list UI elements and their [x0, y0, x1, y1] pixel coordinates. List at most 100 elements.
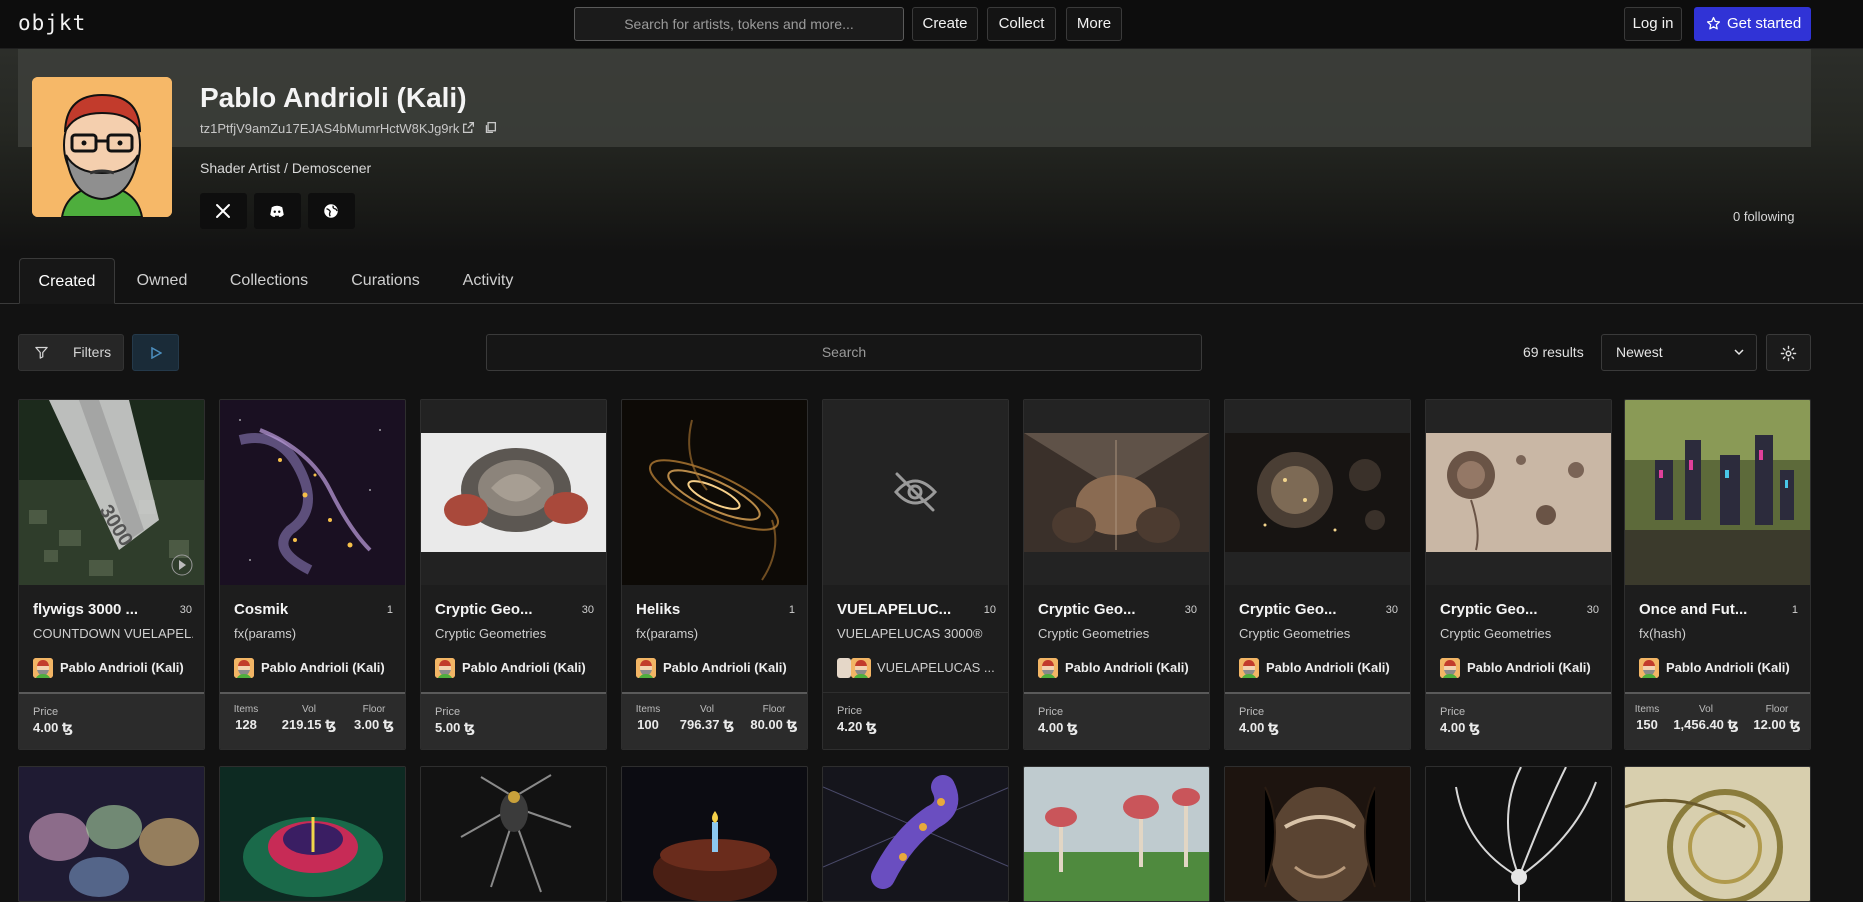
collection-name[interactable]: COUNTDOWN VUELAPEL... — [33, 626, 193, 641]
floor-value: 12.00 ꜩ — [1753, 717, 1801, 732]
wallet-address: tz1PtfjV9amZu17EJAS4bMumrHctW8KJg9rk — [200, 121, 460, 136]
edition-count: 1 — [788, 604, 795, 616]
token-card-thumbnail[interactable] — [18, 766, 205, 902]
external-link-icon[interactable] — [462, 121, 475, 134]
settings-button[interactable] — [1766, 334, 1811, 371]
token-thumbnail[interactable] — [1225, 400, 1410, 585]
token-title[interactable]: Cryptic Geo... — [1239, 601, 1379, 618]
artist-avatar — [234, 658, 254, 678]
token-title[interactable]: Heliks — [636, 601, 776, 618]
collect-button[interactable]: Collect — [987, 7, 1056, 41]
autoplay-toggle[interactable] — [132, 334, 179, 371]
token-card[interactable]: Cryptic Geo... 30 Cryptic Geometries Pab… — [1425, 399, 1612, 750]
collaborator-avatar — [837, 658, 851, 678]
token-card-thumbnail[interactable] — [822, 766, 1009, 902]
token-thumbnail[interactable] — [1426, 400, 1611, 585]
token-card-thumbnail[interactable] — [1224, 766, 1411, 902]
token-card-thumbnail[interactable] — [219, 766, 406, 902]
token-card[interactable]: Cryptic Geo... 30 Cryptic Geometries Pab… — [1224, 399, 1411, 750]
token-card-thumbnail[interactable] — [1425, 766, 1612, 902]
global-search-input[interactable]: Search for artists, tokens and more... — [574, 7, 904, 41]
token-search-input[interactable]: Search — [486, 334, 1202, 371]
star-icon — [1706, 16, 1721, 30]
collection-name[interactable]: Cryptic Geometries — [1038, 626, 1198, 641]
token-title[interactable]: Cryptic Geo... — [1440, 601, 1580, 618]
tab-owned[interactable]: Owned — [126, 258, 198, 304]
collection-name[interactable]: fx(hash) — [1639, 626, 1799, 641]
artist-name[interactable]: Pablo Andrioli (Kali) — [1266, 660, 1406, 675]
token-title[interactable]: VUELAPELUC... — [837, 601, 977, 618]
token-card-thumbnail[interactable] — [420, 766, 607, 902]
create-button[interactable]: Create — [912, 7, 978, 41]
sort-value: Newest — [1616, 344, 1663, 360]
token-thumbnail[interactable] — [1625, 400, 1810, 585]
token-title[interactable]: Cryptic Geo... — [435, 601, 575, 618]
token-thumbnail[interactable] — [421, 400, 606, 585]
artist-name[interactable]: Pablo Andrioli (Kali) — [1065, 660, 1205, 675]
top-navbar: objkt Search for artists, tokens and mor… — [0, 0, 1863, 49]
artist-name[interactable]: Pablo Andrioli (Kali) — [60, 660, 200, 675]
token-title[interactable]: Cosmik — [234, 601, 374, 618]
token-card[interactable]: VUELAPELUC... 10 VUELAPELUCAS 3000® VUEL… — [822, 399, 1009, 750]
token-thumbnail[interactable]: 3000 — [19, 400, 204, 585]
token-title[interactable]: Cryptic Geo... — [1038, 601, 1178, 618]
items-value: 100 — [637, 717, 659, 732]
tab-collections[interactable]: Collections — [218, 258, 320, 304]
copy-icon[interactable] — [484, 121, 497, 134]
volume-label: Vol — [1699, 704, 1713, 715]
artist-avatar — [1038, 658, 1058, 678]
collection-name[interactable]: Cryptic Geometries — [1440, 626, 1600, 641]
more-button[interactable]: More — [1066, 7, 1122, 41]
discord-link-button[interactable] — [254, 193, 301, 229]
artist-name[interactable]: Pablo Andrioli (Kali) — [1666, 660, 1806, 675]
play-icon — [151, 347, 162, 359]
token-card-thumbnail[interactable] — [1023, 766, 1210, 902]
tab-curations[interactable]: Curations — [340, 258, 431, 304]
artist-avatar — [851, 658, 871, 678]
login-button[interactable]: Log in — [1624, 7, 1682, 41]
collection-stats: Items 100 Vol 796.37 ꜩ Floor 80.00 ꜩ — [622, 692, 807, 749]
following-count[interactable]: 0 following — [1733, 209, 1794, 224]
token-thumbnail[interactable] — [1024, 400, 1209, 585]
items-value: 128 — [235, 717, 257, 732]
token-thumbnail[interactable] — [622, 400, 807, 585]
artist-name[interactable]: Pablo Andrioli (Kali) — [261, 660, 401, 675]
collection-name[interactable]: Cryptic Geometries — [435, 626, 595, 641]
filters-button[interactable]: Filters — [18, 334, 124, 371]
token-card-thumbnail[interactable] — [1624, 766, 1811, 902]
token-card[interactable]: Cryptic Geo... 30 Cryptic Geometries Pab… — [420, 399, 607, 750]
token-thumbnail[interactable] — [220, 400, 405, 585]
artist-name[interactable]: Pablo Andrioli (Kali) — [1467, 660, 1607, 675]
token-thumbnail[interactable] — [823, 400, 1008, 585]
token-card[interactable]: Heliks 1 fx(params) Pablo Andrioli (Kali… — [621, 399, 808, 750]
collection-name[interactable]: VUELAPELUCAS 3000® — [837, 626, 997, 641]
tab-activity[interactable]: Activity — [450, 258, 526, 304]
twitter-link-button[interactable] — [200, 193, 247, 229]
site-logo[interactable]: objkt — [18, 11, 86, 35]
get-started-button[interactable]: Get started — [1694, 7, 1811, 41]
price-value: 4.00 ꜩ — [1239, 720, 1280, 735]
collection-name[interactable]: Cryptic Geometries — [1239, 626, 1399, 641]
collection-name[interactable]: fx(params) — [234, 626, 394, 641]
collection-name[interactable]: fx(params) — [636, 626, 796, 641]
token-card[interactable]: Cryptic Geo... 30 Cryptic Geometries Pab… — [1023, 399, 1210, 750]
tab-created[interactable]: Created — [19, 258, 115, 304]
token-card[interactable]: Cosmik 1 fx(params) Pablo Andrioli (Kali… — [219, 399, 406, 750]
token-card-thumbnail[interactable] — [621, 766, 808, 902]
floor-value: 80.00 ꜩ — [750, 717, 798, 732]
price-section: Price 5.00 ꜩ — [421, 692, 606, 749]
chevron-down-icon — [1734, 349, 1744, 356]
sort-select[interactable]: Newest — [1601, 334, 1757, 371]
price-value: 4.20 ꜩ — [837, 719, 878, 734]
edition-count: 1 — [1791, 604, 1798, 616]
website-link-button[interactable] — [308, 193, 355, 229]
token-card[interactable]: 3000 flywigs 3000 ... 30 COUNTDOWN VUELA… — [18, 399, 205, 750]
artist-name[interactable]: Pablo Andrioli (Kali) — [663, 660, 803, 675]
token-title[interactable]: Once and Fut... — [1639, 601, 1779, 618]
artist-name[interactable]: Pablo Andrioli (Kali) — [462, 660, 602, 675]
price-section: Price 4.20 ꜩ — [823, 692, 1008, 749]
items-label: Items — [233, 704, 259, 715]
token-card[interactable]: Once and Fut... 1 fx(hash) Pablo Andriol… — [1624, 399, 1811, 750]
token-title[interactable]: flywigs 3000 ... — [33, 601, 173, 618]
artist-name[interactable]: VUELAPELUCAS ... — [877, 660, 997, 675]
